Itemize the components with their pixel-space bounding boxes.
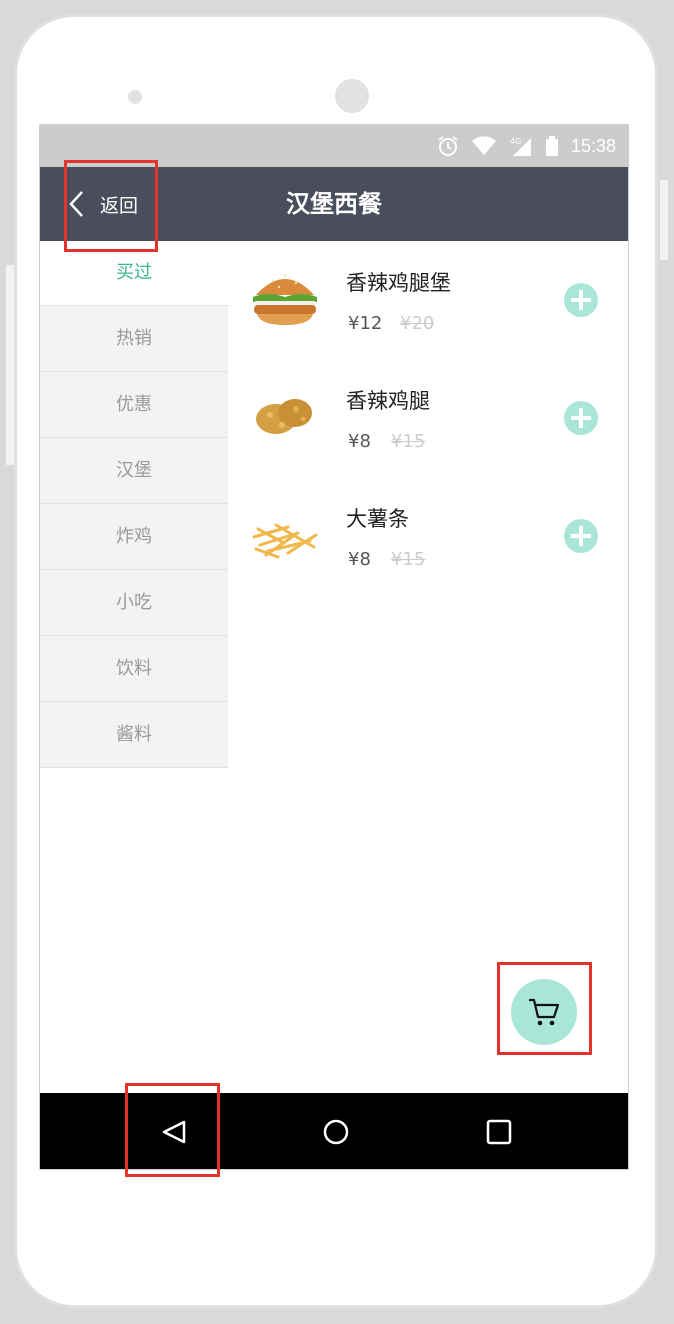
- product-item: 香辣鸡腿堡 ¥12 ¥20: [228, 241, 628, 359]
- product-name: 香辣鸡腿堡: [346, 271, 451, 295]
- add-to-cart-button[interactable]: [564, 401, 598, 435]
- product-original-price: ¥15: [391, 549, 426, 570]
- system-recents-button[interactable]: [459, 1093, 539, 1169]
- product-price: ¥8: [348, 431, 371, 452]
- add-to-cart-button[interactable]: [564, 519, 598, 553]
- status-time: 15:38: [570, 135, 616, 156]
- burger-image: [253, 274, 317, 325]
- category-item-sauce[interactable]: 酱料: [40, 702, 228, 768]
- category-item-burger[interactable]: 汉堡: [40, 438, 228, 504]
- product-item: 大薯条 ¥8 ¥15: [228, 477, 628, 595]
- system-home-button[interactable]: [296, 1093, 376, 1169]
- square-recents-icon: [486, 1119, 512, 1145]
- category-item-snacks[interactable]: 小吃: [40, 570, 228, 636]
- add-to-cart-button[interactable]: [564, 283, 598, 317]
- page-title: 汉堡西餐: [286, 190, 382, 218]
- wifi-icon: [471, 136, 496, 155]
- category-sidebar: 买过 热销 优惠 汉堡 炸鸡 小吃 饮料 酱料: [40, 241, 228, 768]
- product-original-price: ¥20: [400, 313, 435, 334]
- side-button-right: [660, 180, 668, 260]
- chicken-drumstick-image: [256, 399, 312, 434]
- product-original-price: ¥15: [391, 431, 426, 452]
- battery-icon: [545, 136, 558, 156]
- product-item: 香辣鸡腿 ¥8 ¥15: [228, 359, 628, 477]
- signal-4g-icon: 4G: [510, 137, 531, 156]
- svg-text:4G: 4G: [510, 137, 521, 146]
- category-item-discount[interactable]: 优惠: [40, 372, 228, 438]
- highlight-box-system-back: [125, 1083, 220, 1177]
- alarm-icon: [438, 136, 458, 156]
- category-item-fried-chicken[interactable]: 炸鸡: [40, 504, 228, 570]
- highlight-box-back: [64, 160, 158, 252]
- category-item-drinks[interactable]: 饮料: [40, 636, 228, 702]
- sensor-dot: [128, 90, 142, 104]
- side-button-left: [6, 265, 14, 465]
- fries-image: [252, 523, 318, 559]
- product-name: 大薯条: [346, 507, 409, 531]
- circle-home-icon: [323, 1119, 349, 1145]
- product-list: 香辣鸡腿堡 ¥12 ¥20 香辣鸡腿 ¥8 ¥15 大薯条 ¥8 ¥15: [228, 241, 628, 595]
- product-price: ¥12: [348, 313, 383, 334]
- product-price: ¥8: [348, 549, 371, 570]
- product-name: 香辣鸡腿: [346, 389, 430, 413]
- highlight-box-cart: [497, 962, 592, 1055]
- category-item-hot[interactable]: 热销: [40, 306, 228, 372]
- front-camera: [335, 79, 369, 113]
